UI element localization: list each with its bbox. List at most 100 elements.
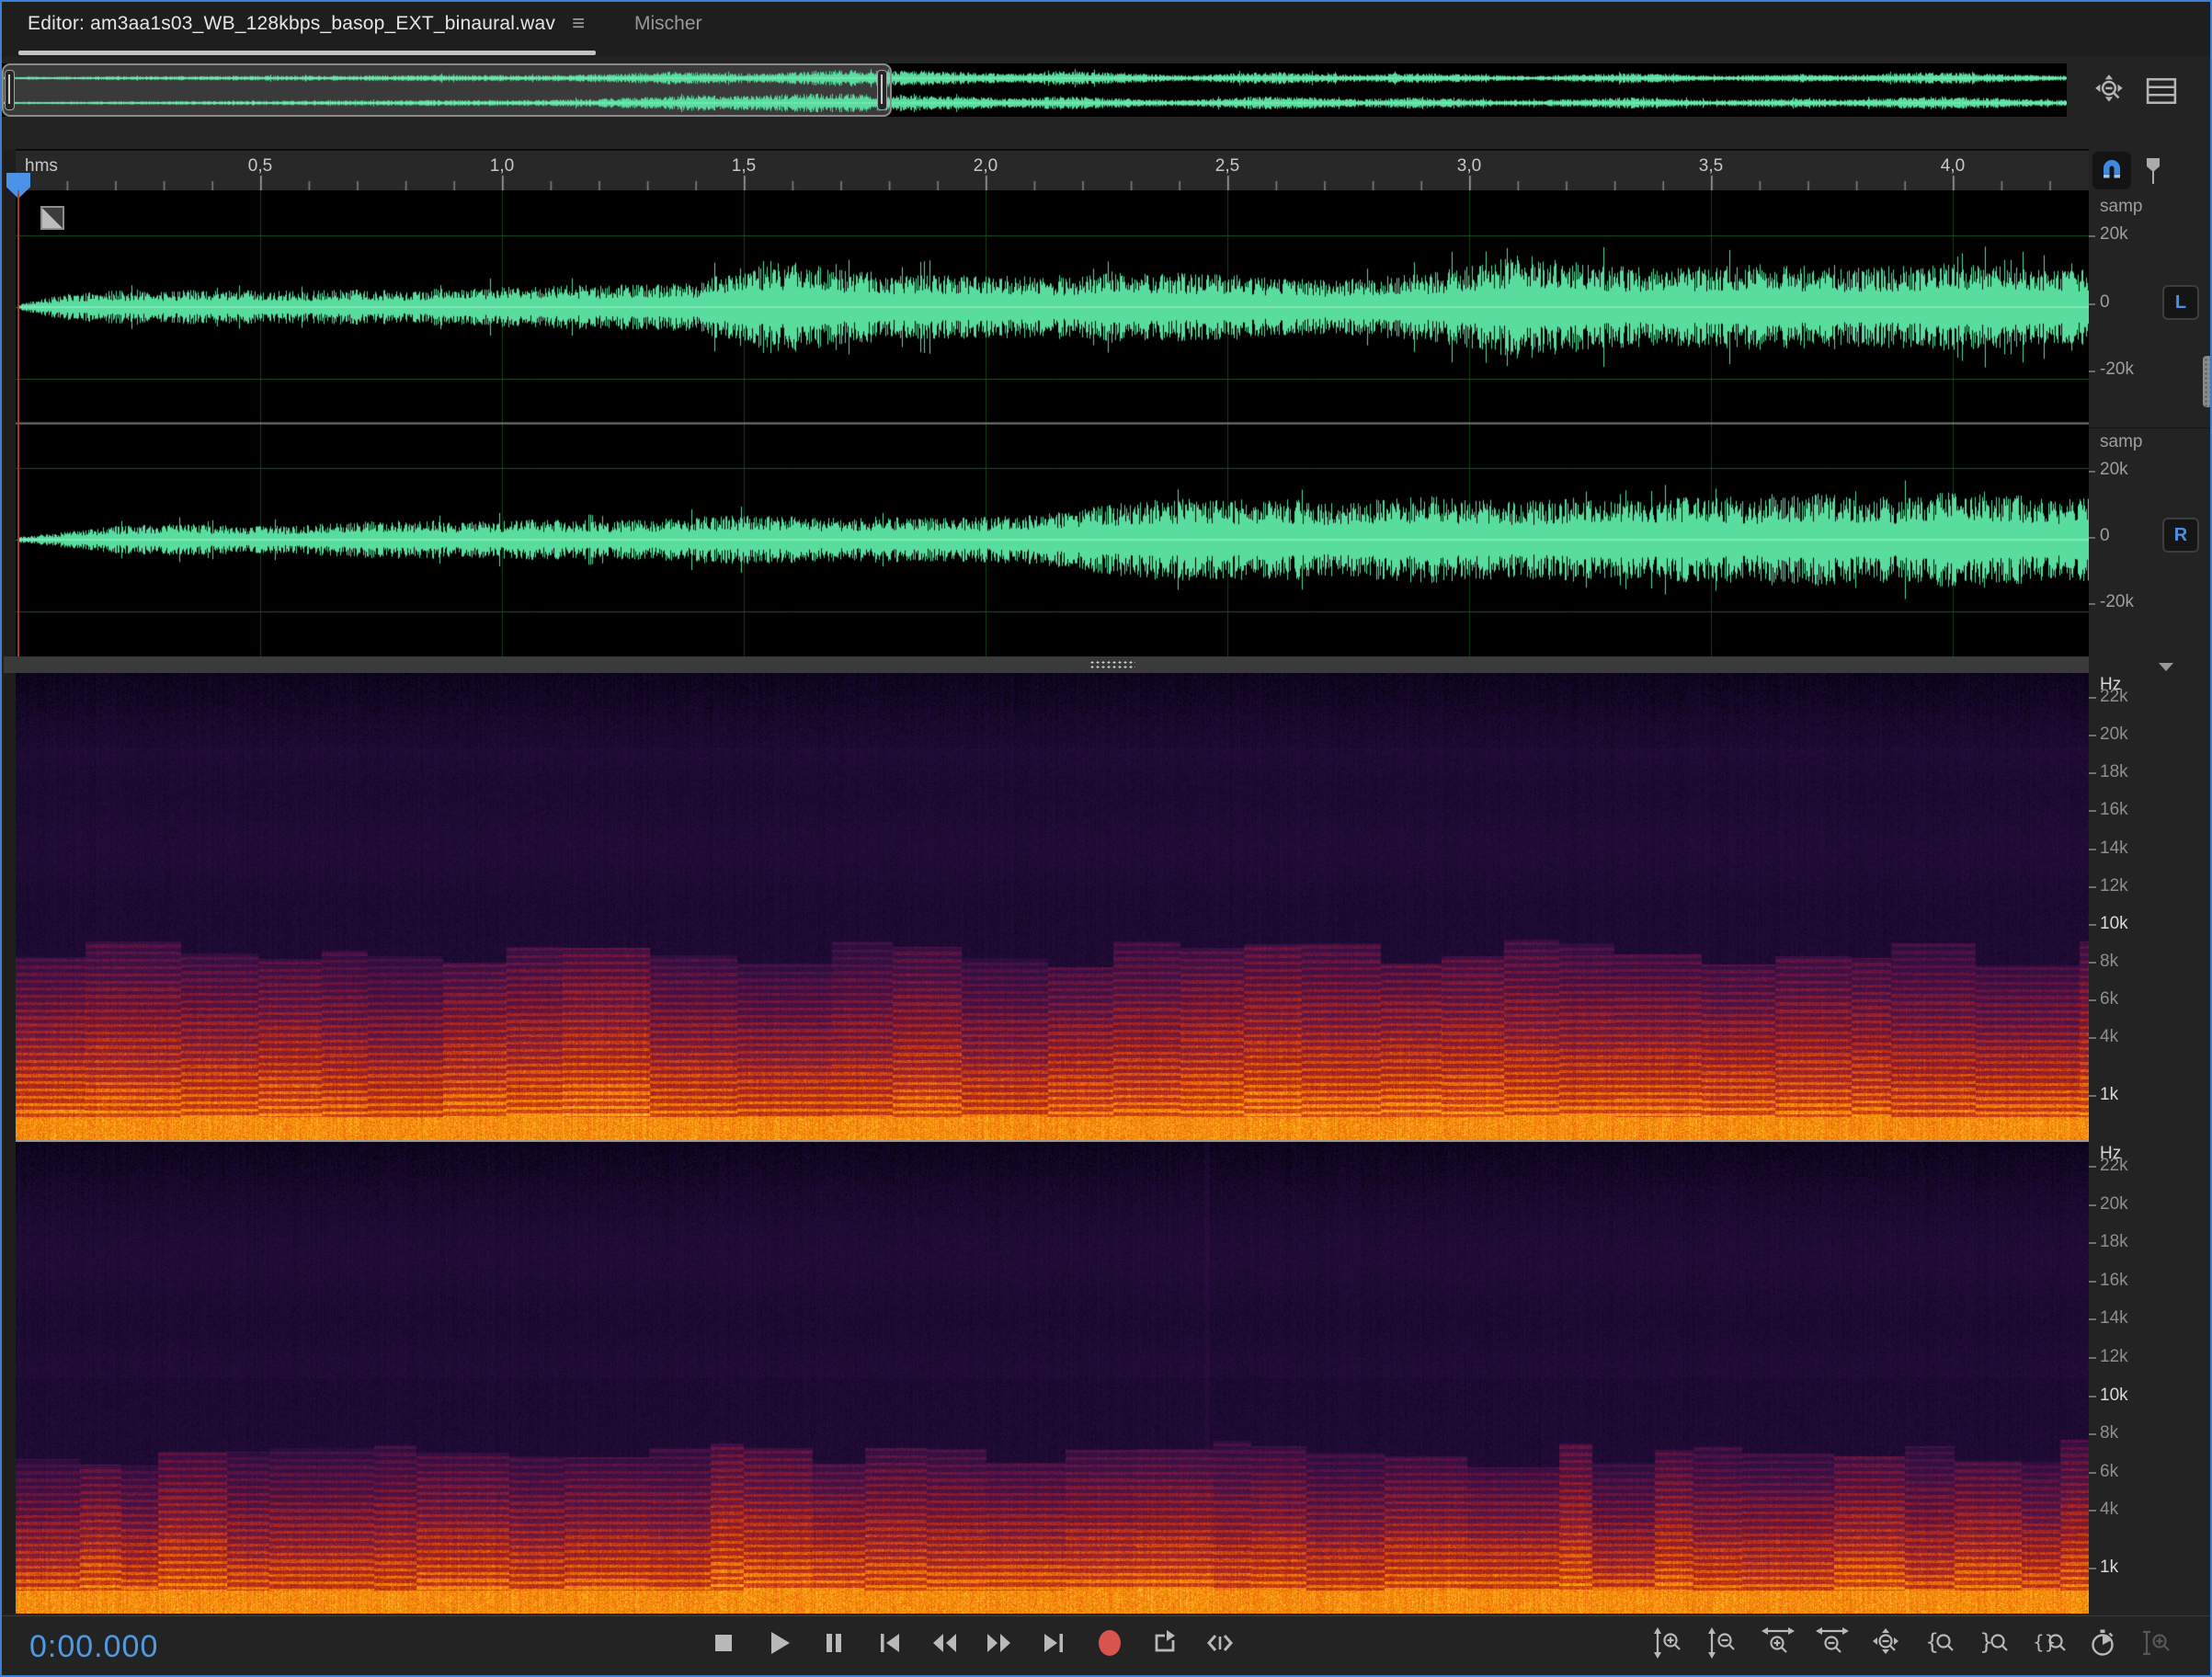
scale-tick-label: 20k (2100, 224, 2128, 245)
frequency-tick-label: 22k (2100, 687, 2128, 707)
frequency-tick-label: 18k (2100, 762, 2128, 782)
vertical-scrollbar-handle[interactable] (2203, 356, 2212, 407)
scale-tick-label: -20k (2100, 359, 2134, 380)
tab-editor[interactable]: Editor: am3aa1s03_WB_128kbps_basop_EXT_b… (28, 13, 555, 35)
channel-left-badge[interactable]: L (2162, 285, 2199, 320)
frequency-tick (2089, 962, 2096, 964)
frequency-tick (2089, 1472, 2096, 1474)
frequency-tick-label: 8k (2100, 1423, 2118, 1443)
svg-text:{}: {} (2033, 1631, 2056, 1653)
editor-left-gutter (4, 149, 16, 1614)
ruler-time-label: 2,5 (1215, 156, 1239, 177)
zoom-to-in-point-button[interactable]: { (1924, 1627, 1957, 1660)
magnet-icon (2104, 160, 2120, 174)
scale-tick (2089, 537, 2095, 539)
ruler-time-label: 1,5 (732, 156, 756, 177)
frequency-tick (2089, 1037, 2096, 1039)
frequency-tick (2089, 1510, 2096, 1512)
transport-toolbar: 0:00.000 (2, 1615, 2210, 1676)
scale-tick (2089, 603, 2095, 605)
frequency-tick (2089, 1242, 2096, 1244)
timeline-ruler[interactable]: hms 0,51,01,52,02,53,03,54,0 (16, 149, 2089, 190)
record-button[interactable] (1094, 1627, 1127, 1660)
zoom-to-out-point-button[interactable]: } (1978, 1627, 2012, 1660)
frequency-tick (2089, 1166, 2096, 1168)
zoom-in-vertical-button[interactable] (1653, 1627, 1686, 1660)
frequency-tick (2089, 1318, 2096, 1320)
frequency-tick (2089, 697, 2096, 699)
collapse-triangle-icon[interactable] (2159, 663, 2173, 671)
frequency-tick (2089, 810, 2096, 812)
time-display[interactable]: 0:00.000 (29, 1629, 158, 1665)
frequency-tick (2089, 1357, 2096, 1359)
skip-to-start-button[interactable] (873, 1627, 906, 1660)
frequency-tick-label: 14k (2100, 1308, 2128, 1329)
frequency-tick-label: 18k (2100, 1232, 2128, 1252)
clip-gain-widget[interactable] (40, 206, 64, 230)
channel-right-badge[interactable]: R (2162, 518, 2199, 553)
overview-selection-handle-right[interactable] (877, 70, 887, 110)
frequency-scale-right: Hz22k20k18k16k14k12k10k8k6k4k1k (2089, 1142, 2212, 1614)
loop-playback-button[interactable] (1149, 1627, 1182, 1660)
zoom-presets-icon[interactable] (2146, 77, 2177, 109)
spectrogram-canvas-left[interactable] (16, 673, 2089, 1140)
zoom-out-vertical-button[interactable] (1707, 1627, 1740, 1660)
ruler-time-label: 1,0 (490, 156, 514, 177)
frequency-tick (2089, 772, 2096, 774)
skip-to-end-button[interactable] (1039, 1627, 1072, 1660)
frequency-tick-label: 16k (2100, 800, 2128, 820)
overview-selection-handle-left[interactable] (5, 70, 15, 110)
scale-tick-label: 20k (2100, 460, 2128, 480)
scale-tick (2089, 235, 2095, 237)
scale-unit-label: samp (2100, 197, 2142, 217)
stopwatch-icon[interactable] (2087, 1627, 2120, 1660)
zoom-out-horizontal-button[interactable] (1816, 1627, 1849, 1660)
waveform-editor-canvas[interactable] (16, 190, 2089, 656)
stop-button[interactable] (708, 1627, 741, 1660)
frequency-tick (2089, 924, 2096, 926)
frequency-tick-label: 12k (2100, 876, 2128, 896)
frequency-tick (2089, 849, 2096, 850)
frequency-tick-label: 12k (2100, 1347, 2128, 1367)
frequency-tick (2089, 999, 2096, 1001)
overview-selection-box[interactable] (2, 63, 892, 117)
scale-tick (2089, 303, 2095, 305)
vertical-zoom-disabled-button (2141, 1627, 2174, 1660)
panel-menu-icon[interactable]: ≡ (572, 11, 585, 37)
zoom-out-full-button[interactable] (1870, 1627, 1903, 1660)
zoom-in-horizontal-button[interactable] (1762, 1627, 1795, 1660)
panel-splitter[interactable] (4, 656, 2089, 673)
scale-tick-label: -20k (2100, 592, 2134, 612)
tab-mixer[interactable]: Mischer (634, 13, 702, 35)
scale-tick-label: 0 (2100, 526, 2110, 546)
frequency-tick-label: 4k (2100, 1500, 2118, 1520)
frequency-tick-label: 20k (2100, 724, 2128, 745)
scale-unit-label: samp (2100, 432, 2142, 452)
ruler-time-label: 0,5 (248, 156, 272, 177)
frequency-tick (2089, 1433, 2096, 1435)
rewind-button[interactable] (929, 1627, 962, 1660)
frequency-tick (2089, 1204, 2096, 1206)
marker-icon[interactable] (2138, 155, 2168, 191)
zoom-to-selection-button[interactable]: {} (2033, 1627, 2066, 1660)
fast-forward-button[interactable] (984, 1627, 1017, 1660)
zoom-out-full-icon[interactable] (2092, 74, 2127, 111)
play-button[interactable] (763, 1627, 796, 1660)
snap-toggle-button[interactable] (2092, 152, 2131, 189)
overview-navigator[interactable] (2, 63, 2067, 117)
frequency-tick (2089, 1095, 2096, 1097)
spectrogram-canvas-right[interactable] (16, 1142, 2089, 1614)
pause-button[interactable] (818, 1627, 851, 1660)
frequency-tick-label: 20k (2100, 1194, 2128, 1215)
ruler-time-label: 3,5 (1699, 156, 1723, 177)
scale-tick (2089, 371, 2095, 372)
frequency-tick (2089, 1281, 2096, 1283)
frequency-tick (2089, 886, 2096, 888)
frequency-tick-label: 8k (2100, 952, 2118, 972)
ruler-time-label: 2,0 (974, 156, 998, 177)
frequency-tick-label: 16k (2100, 1271, 2128, 1291)
transport-controls (708, 1627, 1237, 1660)
splitter-drag-handle[interactable] (1089, 660, 1135, 669)
skip-selection-button[interactable] (1204, 1627, 1237, 1660)
active-tab-underline (18, 51, 596, 55)
